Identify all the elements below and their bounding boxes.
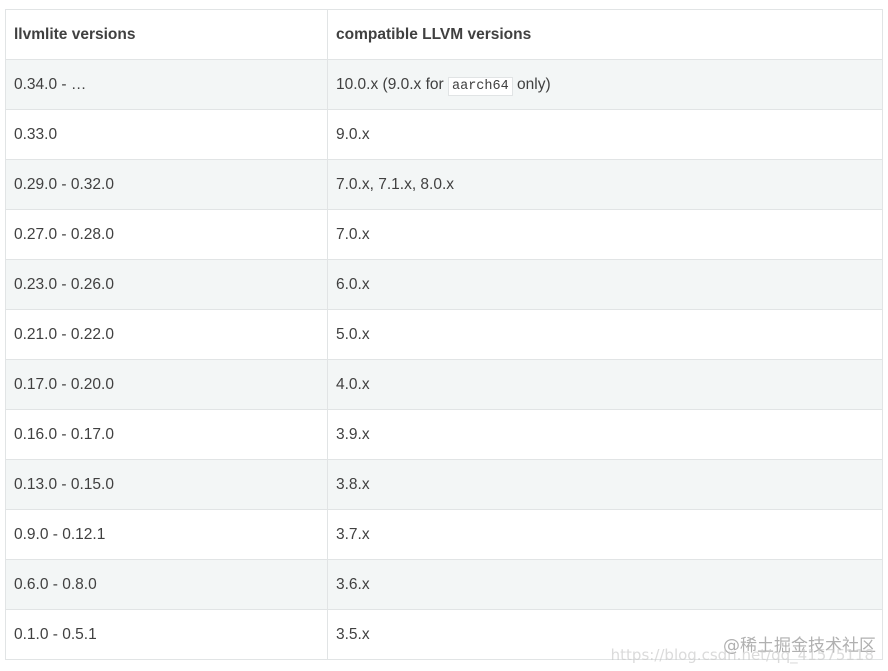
llvmlite-version-cell: 0.9.0 - 0.12.1: [5, 509, 328, 560]
llvm-version-cell: 9.0.x: [327, 109, 883, 160]
llvm-version-cell: 3.8.x: [327, 459, 883, 510]
llvmlite-version-cell: 0.13.0 - 0.15.0: [5, 459, 328, 510]
llvmlite-version-cell: 0.17.0 - 0.20.0: [5, 359, 328, 410]
table-row: 0.9.0 - 0.12.1 3.7.x: [5, 509, 883, 560]
table-row: 0.21.0 - 0.22.0 5.0.x: [5, 309, 883, 360]
table-row: 0.17.0 - 0.20.0 4.0.x: [5, 359, 883, 410]
llvmlite-version-cell: 0.27.0 - 0.28.0: [5, 209, 328, 260]
llvm-version-cell: 3.9.x: [327, 409, 883, 460]
table-row: 0.34.0 - … 10.0.x (9.0.x for aarch64 onl…: [5, 59, 883, 110]
llvm-version-cell: 7.0.x: [327, 209, 883, 260]
llvm-version-cell: 6.0.x: [327, 259, 883, 310]
inline-code-aarch64: aarch64: [448, 76, 513, 96]
llvmlite-version-cell: 0.23.0 - 0.26.0: [5, 259, 328, 310]
llvm-version-cell: 3.6.x: [327, 559, 883, 610]
llvmlite-version-cell: 0.16.0 - 0.17.0: [5, 409, 328, 460]
llvm-version-cell: 10.0.x (9.0.x for aarch64 only): [327, 59, 883, 110]
llvm-version-cell: 4.0.x: [327, 359, 883, 410]
llvm-version-text: 10.0.x (9.0.x for: [336, 75, 448, 93]
llvmlite-version-cell: 0.29.0 - 0.32.0: [5, 159, 328, 210]
llvm-compatibility-table-container: llvmlite versions compatible LLVM versio…: [5, 9, 883, 660]
header-compatible-llvm-versions: compatible LLVM versions: [327, 9, 883, 60]
llvmlite-version-cell: 0.21.0 - 0.22.0: [5, 309, 328, 360]
llvm-version-cell: 7.0.x, 7.1.x, 8.0.x: [327, 159, 883, 210]
header-llvmlite-versions: llvmlite versions: [5, 9, 328, 60]
llvm-compatibility-table: llvmlite versions compatible LLVM versio…: [5, 9, 883, 660]
llvm-version-suffix: only): [512, 75, 551, 93]
table-header-row: llvmlite versions compatible LLVM versio…: [5, 9, 883, 60]
llvm-version-cell: 3.7.x: [327, 509, 883, 560]
table-row: 0.6.0 - 0.8.0 3.6.x: [5, 559, 883, 610]
llvm-version-cell: 3.5.x: [327, 609, 883, 660]
llvmlite-version-cell: 0.6.0 - 0.8.0: [5, 559, 328, 610]
table-row: 0.23.0 - 0.26.0 6.0.x: [5, 259, 883, 310]
table-row: 0.1.0 - 0.5.1 3.5.x: [5, 609, 883, 660]
table-row: 0.27.0 - 0.28.0 7.0.x: [5, 209, 883, 260]
table-row: 0.33.0 9.0.x: [5, 109, 883, 160]
llvm-version-cell: 5.0.x: [327, 309, 883, 360]
table-row: 0.29.0 - 0.32.0 7.0.x, 7.1.x, 8.0.x: [5, 159, 883, 210]
llvmlite-version-cell: 0.33.0: [5, 109, 328, 160]
llvmlite-version-cell: 0.34.0 - …: [5, 59, 328, 110]
table-row: 0.13.0 - 0.15.0 3.8.x: [5, 459, 883, 510]
table-row: 0.16.0 - 0.17.0 3.9.x: [5, 409, 883, 460]
llvmlite-version-cell: 0.1.0 - 0.5.1: [5, 609, 328, 660]
